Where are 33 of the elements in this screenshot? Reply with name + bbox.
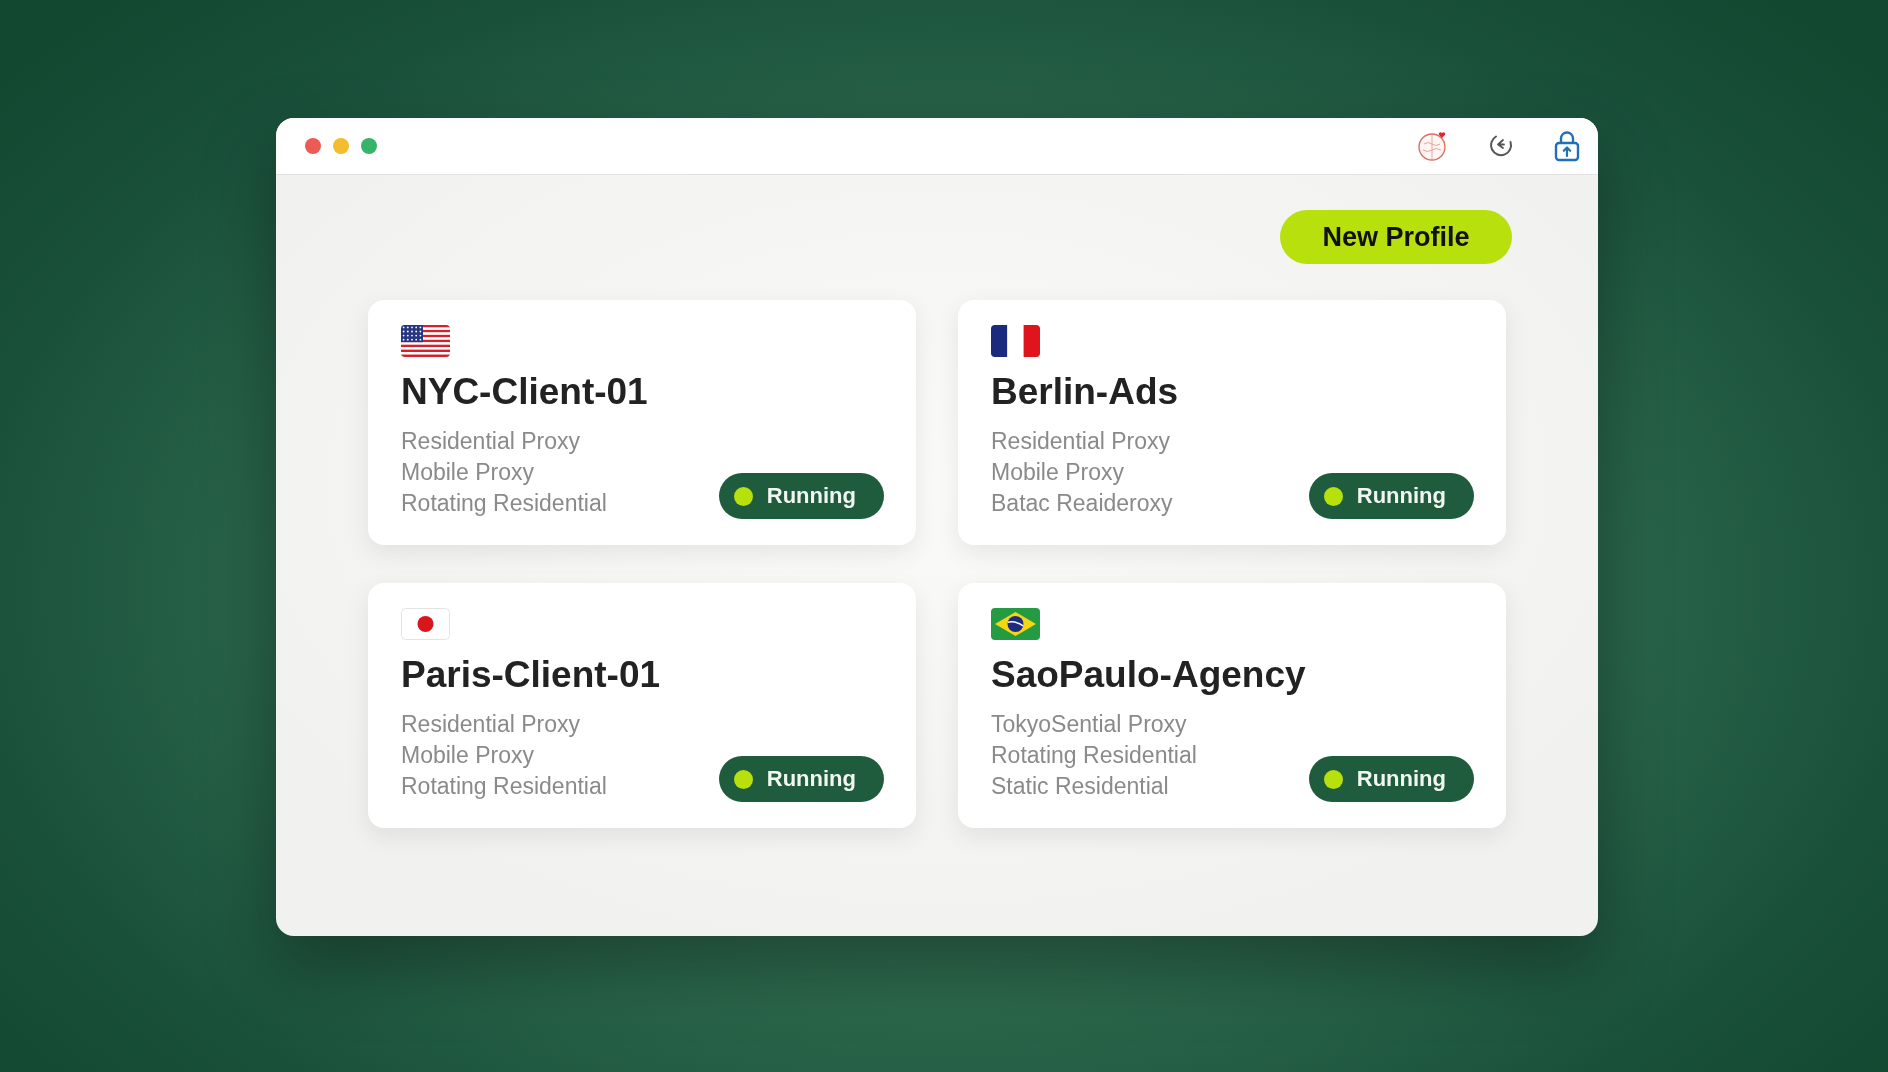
proxy-type: Mobile Proxy — [401, 458, 534, 487]
history-icon[interactable] — [1488, 133, 1514, 159]
proxy-type: Rotating Residential — [991, 741, 1197, 770]
proxy-type: Residential Proxy — [401, 710, 580, 739]
proxy-type: Mobile Proxy — [991, 458, 1124, 487]
us-flag-icon — [401, 325, 450, 357]
proxy-type: Rotating Residential — [401, 489, 607, 518]
proxy-type: Residential Proxy — [401, 427, 580, 456]
proxy-type: TokyoSential Proxy — [991, 710, 1187, 739]
proxy-type: Residential Proxy — [991, 427, 1170, 456]
profile-name: Berlin-Ads — [991, 370, 1179, 414]
status-label: Running — [766, 766, 856, 792]
proxy-type: Rotating Residential — [401, 772, 607, 801]
status-dot-icon — [733, 486, 753, 506]
profile-name: NYC-Client-01 — [401, 370, 648, 414]
profile-name: SaoPaulo-Agency — [991, 653, 1306, 697]
status-dot-icon — [1323, 486, 1343, 506]
status-dot-icon — [1323, 769, 1343, 789]
window-close-icon[interactable] — [305, 138, 321, 154]
new-profile-button[interactable]: New Profile — [1280, 210, 1512, 264]
japan-flag-icon — [401, 608, 450, 640]
proxy-type: Mobile Proxy — [401, 741, 534, 770]
profile-name: Paris-Client-01 — [401, 653, 661, 697]
status-dot-icon — [733, 769, 753, 789]
window-zoom-icon[interactable] — [361, 138, 377, 154]
france-flag-icon — [991, 325, 1040, 357]
lock-icon[interactable] — [1554, 130, 1580, 162]
status-label: Running — [1356, 766, 1446, 792]
proxy-type: Static Residential — [991, 772, 1169, 801]
brazil-flag-icon — [991, 608, 1040, 640]
status-label: Running — [1356, 483, 1446, 509]
status-label: Running — [766, 483, 856, 509]
proxy-type: Batac Reaideroxy — [991, 489, 1173, 518]
